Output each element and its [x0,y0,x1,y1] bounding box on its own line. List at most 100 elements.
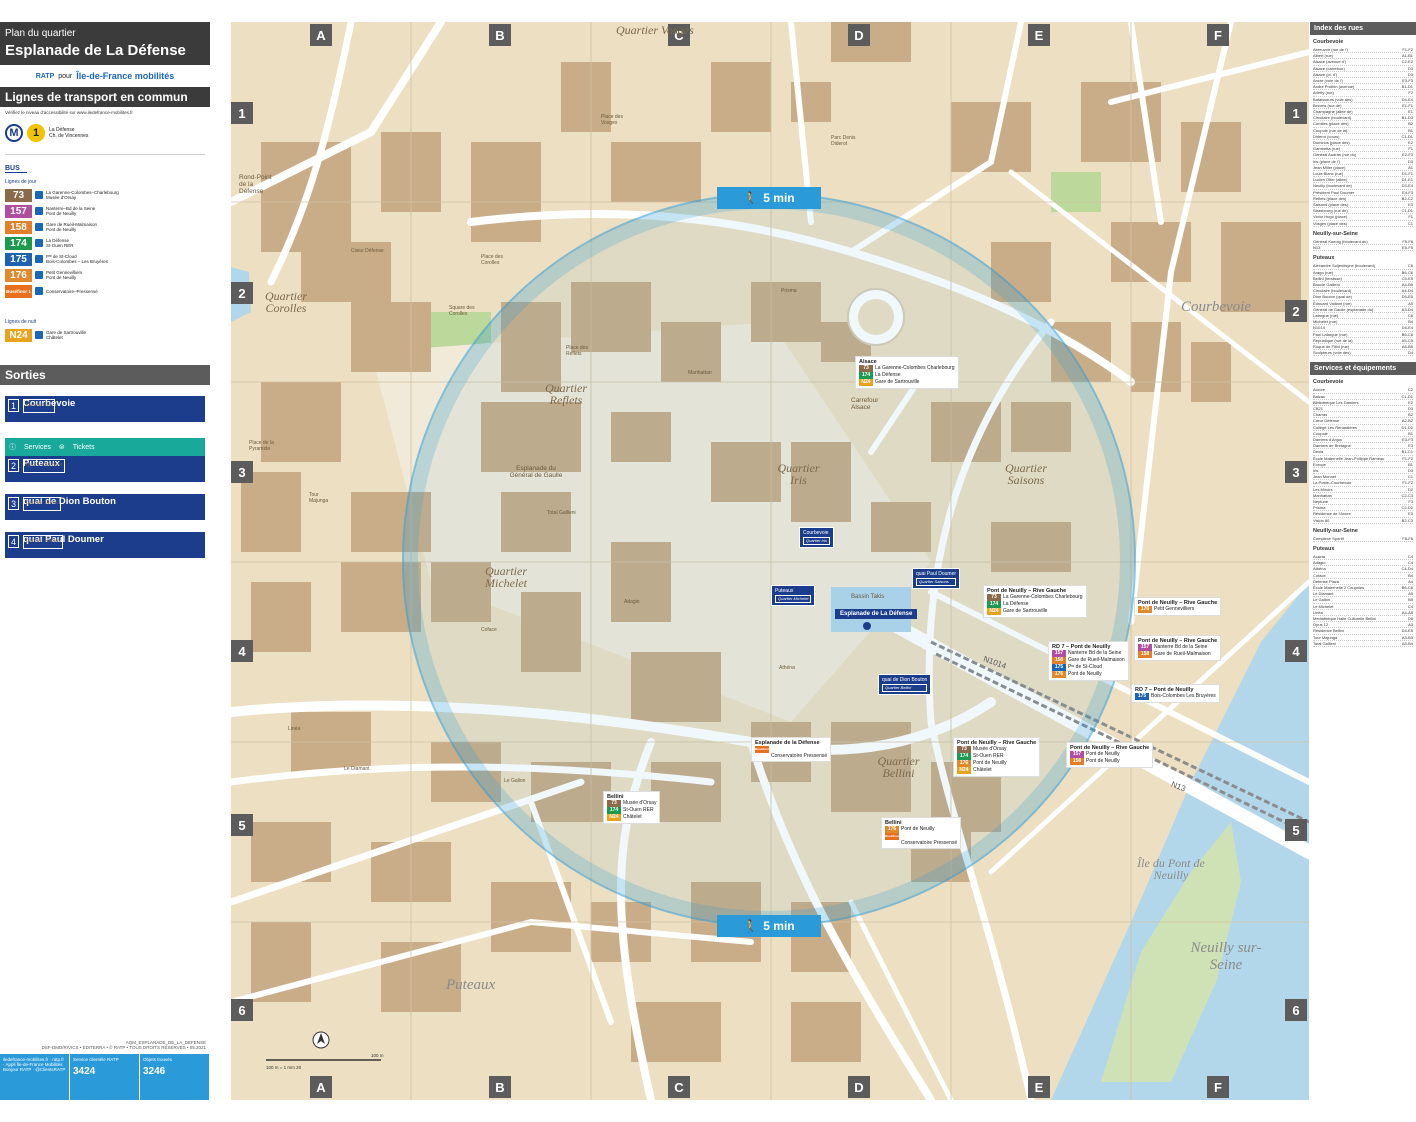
bus-line-list: 73 La Garenne-Colombes–Charlebourg Musée d… [0,187,210,299]
bus-line-row: 73 La Garenne-Colombes–Charlebourg Musée d… [0,187,210,203]
index-grid-ref: A6-B5 [1401,343,1413,349]
label-place-reflets: Place des Reflets [566,345,588,357]
grid-row-5: 5 [231,814,253,836]
bus-line-destinations: Pᵗᵉ de St-Cloud Bois-Colombes – Les Bruyè… [46,254,108,264]
index-grid-ref: B2 [1408,121,1413,127]
index-street-name: Général Koenig (boulevard du) [1313,238,1368,244]
label-coface: Coface [481,627,497,633]
access-note: Vérifiez le niveau d'accessibilité sur w… [5,110,133,115]
index-grid-ref: C1-D1 [1401,208,1413,214]
bus-line-destinations: La Défense St-Ouen RER [46,238,74,248]
metro-icon: M [5,124,23,142]
bus-stop-destination: Musée d'Orsay [623,800,657,806]
accessibility-icon [35,271,43,279]
bus-stop[interactable]: Pont de Neuilly – Rive Gauche 73 Musée d'O… [953,737,1041,777]
index-street-name: Reflets (place des) [1313,195,1347,201]
bus-stop[interactable]: RD 7 – Pont de Neuilly 175 Bois-Colombes L… [1131,684,1220,703]
walk-time-label: 5 min [763,191,795,205]
bus-line-badge: N24 [5,328,32,342]
index-grid-ref: B1-D1 [1401,84,1413,90]
index-street-name: Diderot (cours) [1313,133,1340,139]
neighbourhood-map[interactable]: A B C D E F A B C D E F 1 2 3 4 5 6 1 2 … [231,22,1309,1100]
quarter-vosges: Quartier Vosges [616,23,694,37]
grid-row-4-right: 4 [1285,640,1307,662]
walk-time-badge-bottom: 🚶 5 min [717,915,821,937]
bus-line-badge: 157 [5,204,32,218]
bus-stop-line: N24 Gare de Sartrouville [859,379,955,386]
sortie-quarter: Quartier Saisons [23,535,64,549]
service-title: Service clientèle RATP [73,1057,119,1062]
bus-stop[interactable]: Pont de Neuilly – Rive Gauche 157 Nanterre… [1134,635,1222,661]
index-grid-ref: C1 [1407,474,1413,480]
bus-stop-line: 157 Pont de Neuilly [1070,751,1149,758]
credits-line-2: DSF-DMD/RIVICS • EDITERRA • © RATP • TOU… [41,1045,207,1050]
sorties-section-title: Sorties [0,365,210,385]
index-street-name: Circulaire (boulevard) [1313,115,1352,121]
index-street-name: Charras [1313,412,1328,418]
bus-line-destinations: Gare de Sartrouville Châtelet [46,330,86,340]
ticket-icon: ⊜ [58,444,65,451]
map-exit-4[interactable]: quai Paul Doumer Quartier Saisons [912,568,961,589]
bus-stop[interactable]: Esplanade de la Défense Buséfinor 1 Conser… [751,737,832,762]
station-esplanade-label[interactable]: Esplanade de La Défense [835,609,918,619]
bus-stop-destination: Pont de Neuilly [1068,671,1102,677]
index-grid-ref: D3 [1407,405,1413,411]
sortie-number: 2 [8,459,19,472]
index-grid-ref: C1-D1 [1401,133,1413,139]
grid-col-a: A [310,24,332,46]
exit-quarter: Quartier Iris [803,537,830,545]
bus-stop-destination: Bois-Colombes Les Bruyères [1151,693,1216,699]
map-exit-3[interactable]: quai de Dion Bouton Quartier Bellini [878,674,932,695]
map-exit-1[interactable]: Courbevoie Quartier Iris [799,527,834,548]
index-grid-ref: C4 [1407,554,1413,560]
pedestrian-icon: 🚶 [743,919,759,933]
index-street-name: Le Michelet [1313,603,1334,609]
scale-note: 100 m = 1 mm 20 [266,1065,302,1070]
map-exit-2[interactable]: Puteaux Quartier Michelet [771,585,816,606]
grid-col-f: F [1207,24,1229,46]
index-grid-ref: D2 [1407,486,1413,492]
bus-line-row: 157 Nanterre–Bd de la Seine Pont de Neuill… [0,203,210,219]
bus-stop[interactable]: Pont de Neuilly – Rive Gauche 157 Pont de … [1066,742,1154,768]
bus-stop[interactable]: Pont de Neuilly – Rive Gauche 73 La Garenn… [983,585,1087,618]
index-grid-ref: C2 [1407,387,1413,393]
index-grid-ref: B6-C6 [1401,585,1413,591]
bus-stop[interactable]: Bellini 176 Pont de Neuilly Buséfinor 1 Cons… [881,817,962,849]
index-grid-ref: F2 [1408,90,1413,96]
index-grid-ref: F3 [1408,499,1413,504]
exit-quarter: Quartier Bellini [882,684,928,692]
index-grid-ref: E2 [1408,140,1413,146]
bus-stop-line: N24 Gare de Sartrouville [987,608,1083,615]
bus-stop[interactable]: Bellini 73 Musée d'Orsay 174 St-Ouen RER N24 C… [603,791,661,824]
index-grid-ref: A2-B2 [1401,418,1413,424]
sortie-number: 3 [8,497,19,510]
index-street-name: Total Gallieni [1313,640,1336,646]
street-index-panel: Index des rues Courbevoie Abreuvoir (rue … [1310,22,1416,1100]
bus-line-chip: 157 [1138,644,1152,651]
index-grid-ref: A5 [1408,591,1413,597]
grid-row-6: 6 [231,999,253,1021]
bus-stop-destination: Châtelet [623,814,642,820]
bus-line-chip: Buséfinor 1 [755,746,770,758]
bus-stop[interactable]: Alsace 73 La Garenne-Colombes Charlebourg 1… [855,356,959,389]
exit-name: quai Paul Doumer [916,571,957,577]
bus-stop[interactable]: Pont de Neuilly – Rive Gauche 176 Petit Ge… [1134,597,1222,616]
bus-stop-destination: Châtelet [973,767,992,773]
index-grid-ref: C5-E5 [1401,275,1413,281]
index-grid-ref: B1-D3 [1401,115,1413,121]
bus-stop-line: 175 Pᵗᵉ de St-Cloud [1052,664,1125,671]
index-street-name: Alsace (avenue d') [1313,59,1347,65]
divider [5,154,205,155]
bus-stop-line: 175 Bois-Colombes Les Bruyères [1135,693,1216,700]
bus-stop[interactable]: RD 7 – Pont de Neuilly 157 Nanterre Bd de … [1048,641,1129,681]
bus-stop-line: 157 Nanterre Bd de la Seine [1052,650,1125,657]
bus-line-chip: 73 [957,746,971,753]
index-street-name: Lucien Otter (allée) [1313,177,1348,183]
label-manhattan: Manhattan [688,370,712,376]
bus-stop-line: N24 Châtelet [957,767,1036,774]
lost-title: Objets trouvés [143,1057,173,1062]
index-street-name: Arago (rue) [1313,269,1334,275]
index-grid-ref: C4-D4 [1401,566,1413,572]
bus-line-badge: 174 [5,236,32,250]
index-list: Aurore C2 Balzac C1-D1 Bibliothèque Les Dami… [1310,387,1416,524]
